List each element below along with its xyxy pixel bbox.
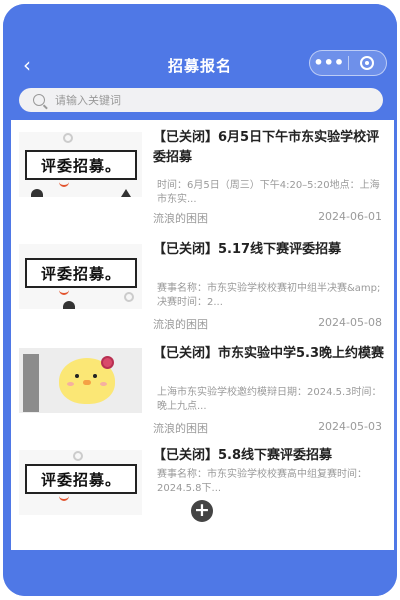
chick-eye [93, 374, 97, 378]
ring-decoration [73, 451, 83, 461]
chick-cheek [67, 382, 74, 386]
item-desc: 赛事名称：市东实验学校校赛高中组复赛时间：2024.5.8下... [157, 469, 367, 494]
list-item[interactable]: 评委招募。 【已关闭】5.8线下赛评委招募 赛事名称：市东实验学校校赛高中组复赛… [11, 438, 394, 538]
mini-program-capsule: ••• [309, 50, 387, 76]
nav-bar: ‹ 招募报名 ••• [3, 50, 397, 80]
plus-circle-icon[interactable]: + [191, 500, 213, 522]
app-frame: ‹ 招募报名 ••• 请输入关键词 评委招募。 【已关闭】6月5日下午市东实验学… [3, 4, 397, 596]
blob-decoration [63, 301, 75, 309]
list-item[interactable]: 评委招募。 【已关闭】5.17线下赛评委招募 赛事名称：市东实验学校校赛初中组半… [11, 232, 394, 332]
chick-eye [75, 374, 79, 378]
item-thumbnail: 评委招募。 [19, 132, 142, 197]
item-title[interactable]: 【已关闭】6月5日下午市东实验学校评委招募 [153, 128, 385, 168]
item-date: 2024-05-08 [318, 316, 382, 329]
smile-decoration [59, 494, 69, 501]
target-circle-icon[interactable] [348, 56, 386, 70]
ring-decoration [124, 292, 134, 302]
smile-decoration [59, 180, 69, 187]
chevron-left-icon[interactable]: ‹ [15, 53, 39, 77]
item-desc: 时间：6月5日（周三）下午4:20–5:20地点：上海市东实... [157, 180, 380, 205]
thumb-text: 评委招募。 [40, 470, 121, 489]
status-area [3, 4, 397, 50]
list-item[interactable]: 评委招募。 【已关闭】6月5日下午市东实验学校评委招募 时间：6月5日（周三）下… [11, 120, 394, 225]
item-thumbnail [19, 348, 142, 413]
item-title[interactable]: 【已关闭】5.8线下赛评委招募 [153, 446, 385, 466]
search-icon [33, 94, 45, 106]
thumb-caption: 评委招募。 [25, 258, 137, 295]
search-bar[interactable]: 请输入关键词 [19, 88, 383, 112]
item-thumbnail: 评委招募。 [19, 244, 142, 309]
search-placeholder: 请输入关键词 [55, 94, 121, 107]
more-dots-icon[interactable]: ••• [310, 53, 348, 73]
thumb-text: 评委招募。 [40, 264, 121, 283]
item-author: 流浪的困困 [153, 212, 208, 225]
flower-decoration [101, 356, 114, 369]
smile-decoration [59, 288, 69, 295]
page-title: 招募报名 [167, 56, 232, 75]
item-author: 流浪的困困 [153, 318, 208, 331]
blob-decoration [31, 189, 43, 197]
item-desc: 上海市东实验学校邀约模辩日期：2024.5.3时间：晚上九点... [157, 387, 382, 412]
chick-cheek [100, 382, 107, 386]
item-title[interactable]: 【已关闭】5.17线下赛评委招募 [153, 240, 385, 260]
thumb-caption: 评委招募。 [25, 150, 137, 187]
chick-beak [83, 380, 91, 385]
list-item[interactable]: 【已关闭】市东实验中学5.3晚上约模赛 上海市东实验学校邀约模辩日期：2024.… [11, 336, 394, 436]
item-thumbnail: 评委招募。 [19, 450, 142, 515]
recruit-list: 评委招募。 【已关闭】6月5日下午市东实验学校评委招募 时间：6月5日（周三）下… [11, 120, 394, 550]
item-desc: 赛事名称：市东实验学校校赛初中组半决赛&amp;决赛时间：2... [157, 283, 381, 308]
item-date: 2024-05-03 [318, 420, 382, 433]
item-date: 2024-06-01 [318, 210, 382, 223]
door-decoration [23, 354, 39, 412]
triangle-decoration [121, 189, 131, 197]
ring-decoration [63, 133, 73, 143]
item-title[interactable]: 【已关闭】市东实验中学5.3晚上约模赛 [153, 344, 385, 364]
bottom-bar [3, 553, 397, 596]
thumb-caption: 评委招募。 [25, 464, 137, 501]
item-author: 流浪的困困 [153, 422, 208, 435]
thumb-text: 评委招募。 [40, 156, 121, 175]
